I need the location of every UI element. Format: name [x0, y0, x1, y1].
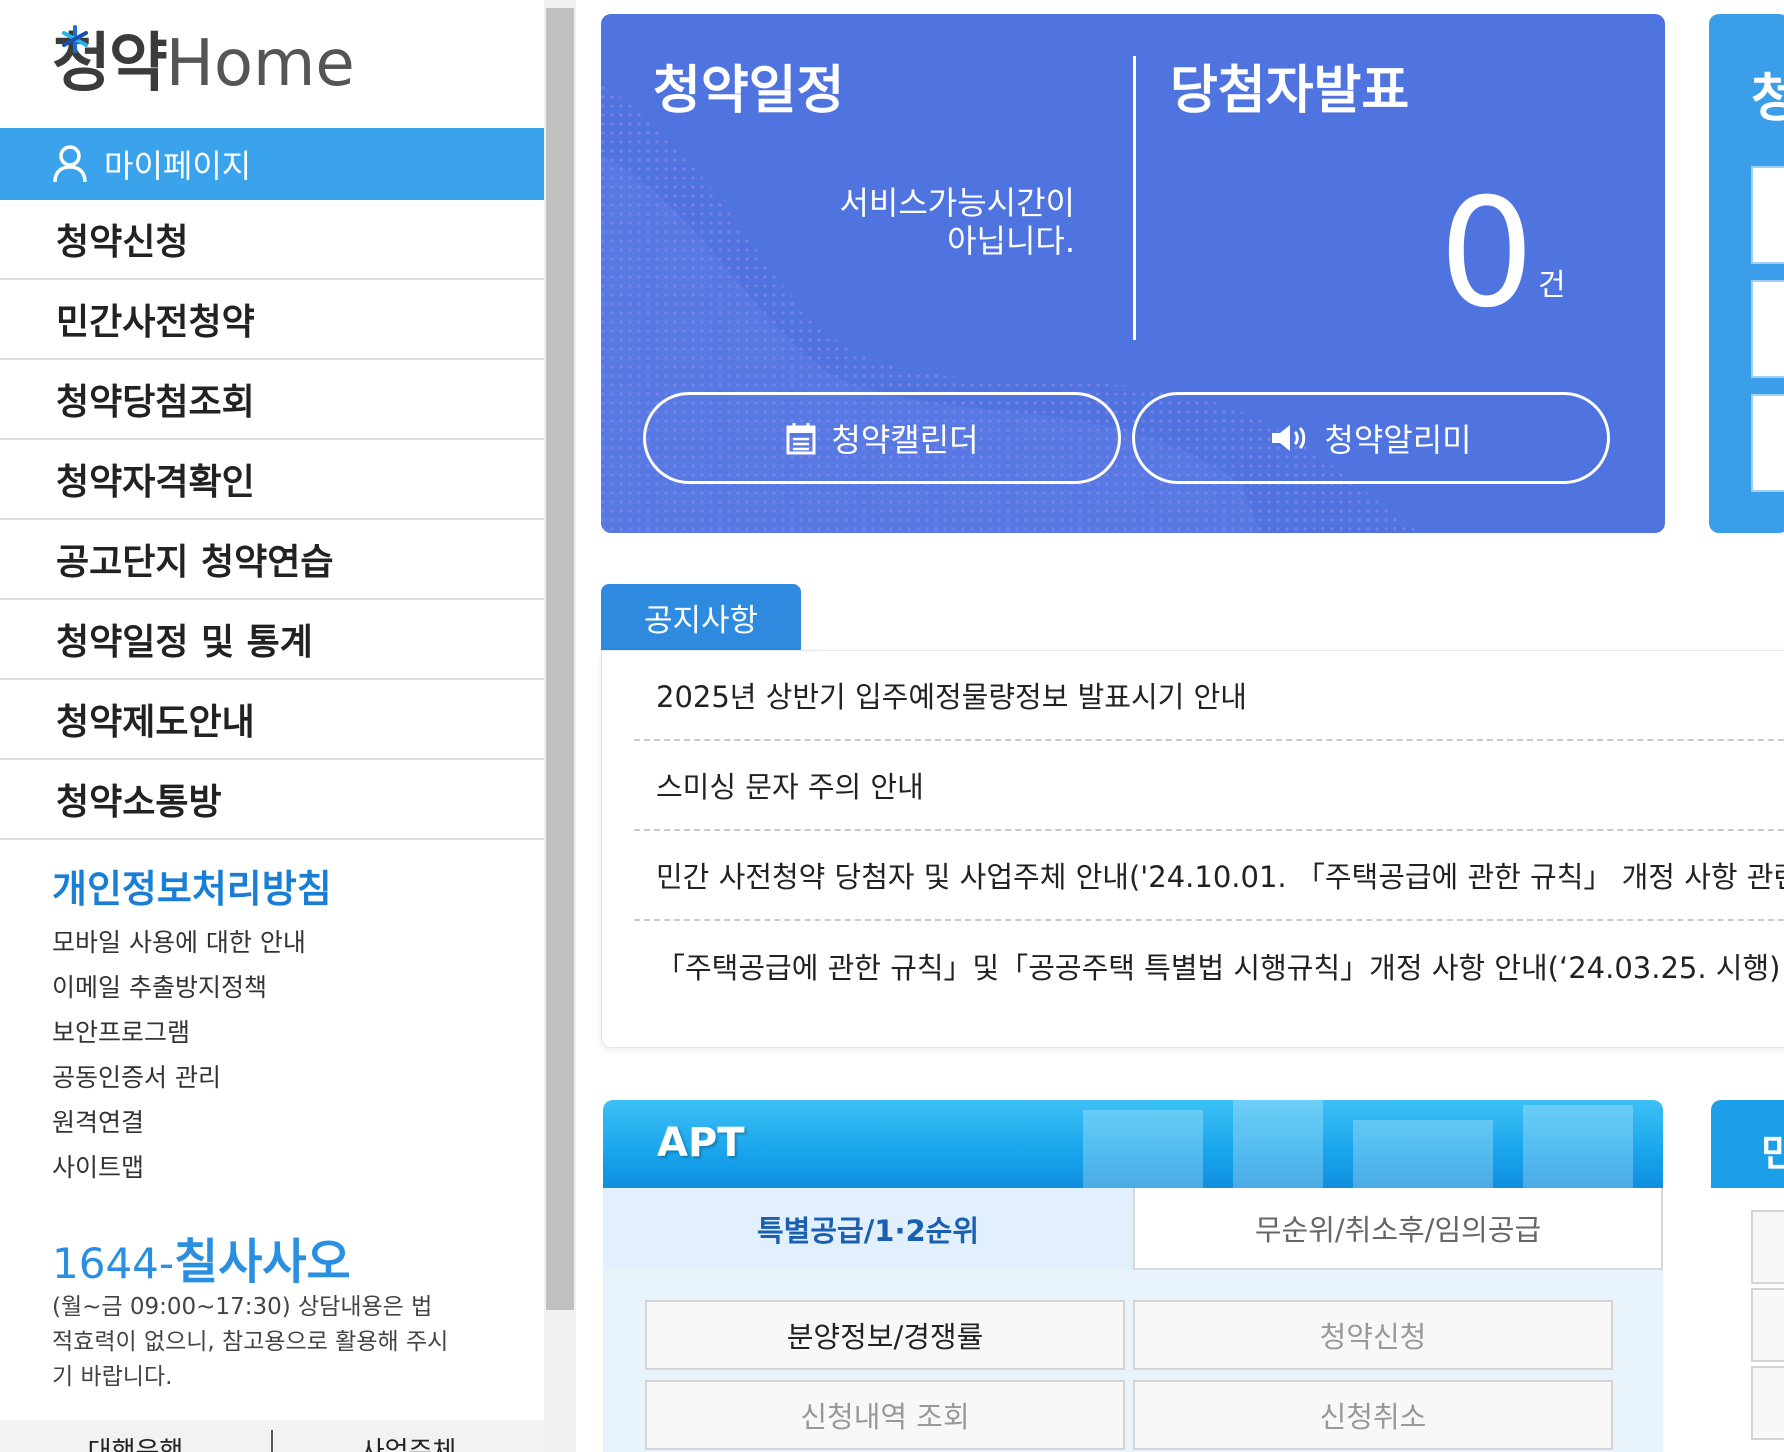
apt-header: APT	[603, 1100, 1663, 1188]
nav-item-practice[interactable]: 공고단지 청약연습	[0, 520, 544, 600]
winner-count-unit: 건	[1538, 268, 1566, 303]
apply-button[interactable]: 청약신청	[1133, 1300, 1613, 1370]
right-card-button[interactable]	[1751, 280, 1784, 378]
notice-item[interactable]: 민간 사전청약 당첨자 및 사업주체 안내('24.10.01. 「주택공급에 …	[634, 831, 1784, 921]
private-card-button[interactable]	[1751, 1366, 1784, 1440]
application-history-button[interactable]: 신청내역 조회	[645, 1380, 1125, 1450]
sale-info-button[interactable]: 분양정보/경쟁률	[645, 1300, 1125, 1370]
winner-title: 당첨자발표	[1170, 61, 1410, 121]
notice-item[interactable]: 스미싱 문자 주의 안내	[634, 741, 1784, 831]
nav-item-system-guide[interactable]: 청약제도안내	[0, 680, 544, 760]
building-decoration	[1083, 1100, 1633, 1188]
notice-tab[interactable]: 공지사항	[601, 584, 801, 650]
link-sitemap[interactable]: 사이트맵	[52, 1145, 306, 1190]
nav-item-winner-lookup[interactable]: 청약당첨조회	[0, 360, 544, 440]
nav-item-private-pre-subscription[interactable]: 민간사전청약	[0, 280, 544, 360]
notice-list: 2025년 상반기 입주예정물량정보 발표시기 안내 스미싱 문자 주의 안내 …	[634, 651, 1784, 1011]
site-logo[interactable]: 청약Home	[52, 22, 355, 106]
speaker-icon	[1272, 425, 1306, 451]
tab-special-supply[interactable]: 특별공급/1·2순위	[603, 1188, 1133, 1270]
calendar-icon	[786, 423, 816, 455]
private-card-button[interactable]	[1751, 1210, 1784, 1284]
footer-links: 모바일 사용에 대한 안내 이메일 추출방지정책 보안프로그램 공동인증서 관리…	[52, 920, 306, 1190]
sidebar: 청약Home 마이페이지 청약신청 민간사전청약 청약당첨조회 청약자격확인 공…	[0, 0, 544, 1452]
notice-panel: 2025년 상반기 입주예정물량정보 발표시기 안내 스미싱 문자 주의 안내 …	[601, 650, 1784, 1048]
apt-title: APT	[657, 1120, 745, 1166]
link-agent-bank[interactable]: 대행은행	[0, 1420, 271, 1452]
nav-item-apply[interactable]: 청약신청	[0, 200, 544, 280]
nav-item-eligibility-check[interactable]: 청약자격확인	[0, 440, 544, 520]
schedule-title: 청약일정	[653, 61, 845, 121]
right-card-title: 청	[1751, 69, 1784, 129]
alert-button-label: 청약알리미	[1324, 421, 1472, 459]
star-logo-icon	[62, 25, 88, 53]
link-certificate-management[interactable]: 공동인증서 관리	[52, 1055, 306, 1100]
tab-unranked-supply[interactable]: 무순위/취소후/임의공급	[1133, 1188, 1663, 1270]
link-remote-connection[interactable]: 원격연결	[52, 1100, 306, 1145]
cancel-application-button[interactable]: 신청취소	[1133, 1380, 1613, 1450]
contact-phone: 1644-칠사사오	[52, 1234, 351, 1290]
notice-item[interactable]: 「주택공급에 관한 규칙」및「공공주택 특별법 시행규칙」개정 사항 안내(‘2…	[634, 921, 1784, 1011]
contact-hours-note: (월~금 09:00~17:30) 상담내용은 법적효력이 없으니, 참고용으로…	[52, 1294, 449, 1390]
logo-text: 청약Home	[52, 27, 355, 101]
nav-item-schedule-stats[interactable]: 청약일정 및 통계	[0, 600, 544, 680]
divider	[1133, 56, 1136, 340]
bottom-link-bar: 대행은행 사업주체	[0, 1420, 544, 1452]
privacy-policy-link[interactable]: 개인정보처리방침	[52, 858, 332, 913]
schedule-message: 서비스가능시간이 아닙니다.	[839, 184, 1075, 260]
link-mobile-guide[interactable]: 모바일 사용에 대한 안내	[52, 920, 306, 965]
winner-count: 0	[1439, 167, 1535, 341]
private-card-button[interactable]	[1751, 1288, 1784, 1362]
link-business-entity[interactable]: 사업주체	[273, 1420, 544, 1452]
notice-item[interactable]: 2025년 상반기 입주예정물량정보 발표시기 안내	[634, 651, 1784, 741]
right-card-button[interactable]	[1751, 394, 1784, 492]
sidebar-scrollbar-thumb[interactable]	[546, 8, 574, 1310]
link-security-program[interactable]: 보안프로그램	[52, 1010, 306, 1055]
mypage-label: 마이페이지	[104, 147, 252, 185]
right-card-partial: 청	[1709, 14, 1784, 533]
private-card-header: 민	[1711, 1100, 1784, 1188]
user-icon	[53, 145, 87, 183]
schedule-winner-card: 청약일정 서비스가능시간이 아닙니다. 당첨자발표 0 건 청약캘린더 청약알리…	[601, 14, 1665, 533]
nav-item-community[interactable]: 청약소통방	[0, 760, 544, 840]
link-email-policy[interactable]: 이메일 추출방지정책	[52, 965, 306, 1010]
alert-button[interactable]: 청약알리미	[1132, 392, 1610, 484]
private-card-title: 민	[1761, 1131, 1784, 1175]
right-card-button[interactable]	[1751, 166, 1784, 264]
private-card-partial: 민	[1711, 1100, 1784, 1452]
calendar-button[interactable]: 청약캘린더	[643, 392, 1121, 484]
mypage-link[interactable]: 마이페이지	[0, 128, 544, 200]
apt-card: APT 특별공급/1·2순위 무순위/취소후/임의공급 분양정보/경쟁률 청약신…	[603, 1100, 1663, 1452]
main-nav: 청약신청 민간사전청약 청약당첨조회 청약자격확인 공고단지 청약연습 청약일정…	[0, 200, 544, 840]
calendar-button-label: 청약캘린더	[831, 421, 979, 459]
